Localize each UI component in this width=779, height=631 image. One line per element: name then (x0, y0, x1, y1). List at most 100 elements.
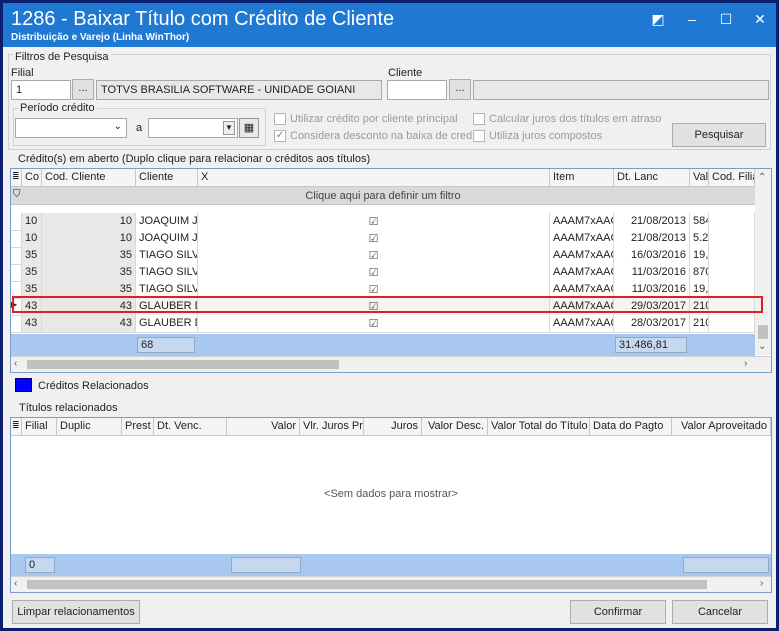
cell-item: AAAM7xAAG (550, 213, 614, 231)
checkbox-checked-icon: ✓ (274, 130, 286, 142)
titulos-footer-count: 0 (25, 557, 55, 573)
cell-co: 35 (22, 247, 42, 265)
titulos-grid: ≣ Filial Duplic Prest Dt. Venc. Valor Vl… (10, 417, 772, 593)
cell-cliente: JOAQUIM JC (136, 213, 198, 231)
cell-val: 870 (690, 264, 709, 282)
calendar-icon[interactable]: ▦ (239, 118, 259, 138)
titulos-hscroll[interactable]: ‹ › (11, 576, 771, 592)
chk-credito-principal[interactable]: Utilizar crédito por cliente principal (274, 113, 458, 125)
scroll-down-icon[interactable]: ⌄ (758, 341, 766, 352)
row-indicator (11, 230, 22, 248)
restore-icon[interactable]: ◩ (650, 11, 666, 28)
scroll-up-icon[interactable]: ⌃ (758, 172, 766, 183)
cell-cod: 35 (42, 247, 136, 265)
col-valor[interactable]: Valor (227, 418, 300, 436)
pesquisar-button[interactable]: Pesquisar (672, 123, 766, 147)
col-valor-aproveitado[interactable]: Valor Aproveitado (672, 418, 771, 436)
title-bar: 1286 - Baixar Título com Crédito de Clie… (3, 3, 776, 47)
periodo-from-select[interactable]: ⌄ (15, 118, 127, 138)
confirmar-button[interactable]: Confirmar (570, 600, 666, 624)
chk-juros-compostos-label: Utiliza juros compostos (489, 130, 603, 142)
col-cod-filial[interactable]: Cod. Filial (709, 169, 755, 187)
close-icon[interactable]: ✕ (752, 11, 768, 28)
col-item[interactable]: Item (550, 169, 614, 187)
cell-val: 584 (690, 213, 709, 231)
chk-considera-desconto-label: Considera desconto na baixa de cred. (290, 130, 476, 142)
col-cod-cliente[interactable]: Cod. Cliente (42, 169, 136, 187)
col-val[interactable]: Val (690, 169, 709, 187)
scroll-right-icon[interactable]: › (744, 358, 747, 369)
cell-dt: 28/03/2017 (614, 315, 690, 333)
col-filial[interactable]: Filial (22, 418, 57, 436)
empty-grid-text: <Sem dados para mostrar> (324, 488, 458, 500)
col-duplic[interactable]: Duplic (57, 418, 122, 436)
filters-group-label: Filtros de Pesquisa (13, 51, 111, 63)
creditos-hscroll[interactable]: ‹ › (11, 356, 771, 372)
col-dt-lanc[interactable]: Dt. Lanc (614, 169, 690, 187)
cell-blank (709, 247, 755, 265)
table-row[interactable]: 3535TIAGO SILVA☑AAAM7xAAG11/03/2016870 (11, 264, 755, 282)
creditos-section-label: Crédito(s) em aberto (Duplo clique para … (18, 153, 371, 165)
scroll-left-icon[interactable]: ‹ (14, 578, 17, 589)
scroll-left-icon[interactable]: ‹ (14, 358, 17, 369)
dropdown-arrow-icon[interactable]: ▼ (223, 121, 235, 135)
col-juros[interactable]: Juros (364, 418, 422, 436)
cliente-input[interactable] (387, 80, 447, 100)
table-row[interactable]: 3535TIAGO SILVA☑AAAM7xAAG16/03/201619, (11, 247, 755, 265)
col-vlr-juros[interactable]: Vlr. Juros Pr (300, 418, 364, 436)
limpar-button[interactable]: Limpar relacionamentos (12, 600, 140, 624)
titulos-hscroll-thumb[interactable] (27, 580, 707, 589)
col-valor-total[interactable]: Valor Total do Título (488, 418, 590, 436)
creditos-vscroll-thumb[interactable] (758, 325, 768, 339)
cell-co: 43 (22, 315, 42, 333)
creditos-footer-count: 68 (137, 337, 195, 353)
filial-input[interactable]: 1 (11, 80, 71, 100)
col-valor-desc[interactable]: Valor Desc. (422, 418, 488, 436)
col-data-pagto[interactable]: Data do Pagto (590, 418, 672, 436)
legend-label: Créditos Relacionados (38, 380, 149, 392)
creditos-vscroll[interactable]: ⌃ ⌄ (755, 169, 771, 355)
row-indicator (11, 247, 22, 265)
creditos-grid-footer: 68 31.486,81 (11, 334, 755, 356)
table-row[interactable]: 1010JOAQUIM JC☑AAAM7xAAG21/08/2013584 (11, 213, 755, 231)
cell-val: 210 (690, 315, 709, 333)
periodo-to-input[interactable]: ▼ (148, 118, 238, 138)
table-row[interactable]: 4343GLAUBER DA☑AAAM7xAAG28/03/2017210 (11, 315, 755, 333)
legend-color-swatch (15, 378, 32, 392)
chk-calcular-juros[interactable]: Calcular juros dos títulos em atraso (473, 113, 661, 125)
cell-x: ☑ (198, 315, 550, 333)
cell-item: AAAM7xAAG (550, 230, 614, 248)
col-dt-venc[interactable]: Dt. Venc. (154, 418, 227, 436)
cell-x: ☑ (198, 230, 550, 248)
cell-cliente: TIAGO SILVA (136, 264, 198, 282)
periodo-label: Período crédito (18, 102, 97, 114)
row-indicator (11, 264, 22, 282)
grid-filter-row[interactable]: ⛉ Clique aqui para definir um filtro (11, 187, 755, 205)
creditos-hscroll-thumb[interactable] (27, 360, 339, 369)
filial-lookup-button[interactable]: ... (72, 79, 94, 100)
selected-row-highlight (12, 296, 763, 313)
titulos-footer-cell (231, 557, 301, 573)
column-chooser-icon[interactable]: ≣ (11, 169, 22, 187)
col-prest[interactable]: Prest (122, 418, 154, 436)
scroll-right-icon[interactable]: › (760, 578, 763, 589)
cell-cod: 43 (42, 315, 136, 333)
cancelar-button[interactable]: Cancelar (672, 600, 768, 624)
col-cliente[interactable]: Cliente (136, 169, 198, 187)
table-row[interactable]: 1010JOAQUIM JC☑AAAM7xAAG21/08/20135.2 (11, 230, 755, 248)
cell-blank (709, 264, 755, 282)
chk-considera-desconto[interactable]: ✓ Considera desconto na baixa de cred. (274, 130, 475, 142)
minimize-icon[interactable]: – (684, 11, 700, 28)
col-x[interactable]: X (198, 169, 550, 187)
cell-cod: 35 (42, 264, 136, 282)
cell-cliente: GLAUBER DA (136, 315, 198, 333)
cell-co: 35 (22, 264, 42, 282)
creditos-footer-total: 31.486,81 (615, 337, 687, 353)
cliente-lookup-button[interactable]: ... (449, 79, 471, 100)
column-chooser-icon[interactable]: ≣ (11, 418, 22, 436)
cliente-label: Cliente (388, 67, 423, 79)
cell-val: 5.2 (690, 230, 709, 248)
chk-juros-compostos[interactable]: Utiliza juros compostos (473, 130, 602, 142)
col-co[interactable]: Co (22, 169, 42, 187)
maximize-icon[interactable]: ☐ (718, 11, 734, 28)
